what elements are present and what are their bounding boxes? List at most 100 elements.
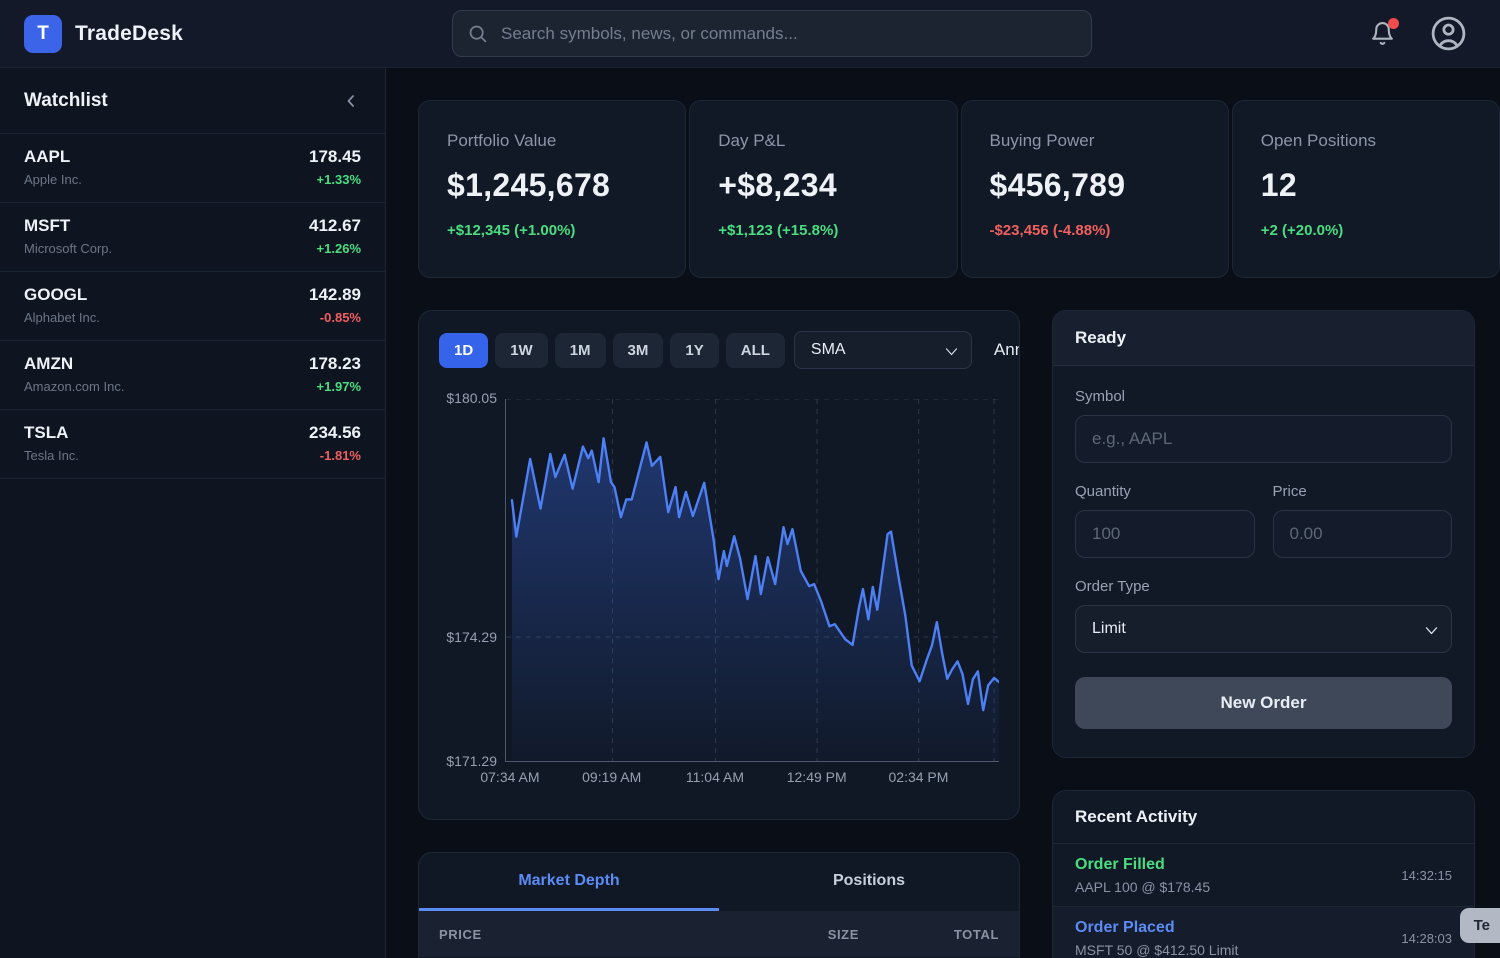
chart-area: $180.05$174.29$171.29 (439, 399, 999, 790)
toast-notification[interactable]: Te (1460, 908, 1500, 943)
activity-detail: AAPL 100 @ $178.45 (1075, 879, 1210, 895)
company-name: Apple Inc. (24, 172, 82, 187)
x-axis-tick-label: 02:34 PM (889, 769, 949, 785)
watchlist-row-tsla[interactable]: TSLA Tesla Inc. 234.56 -1.81% (0, 410, 385, 479)
symbol: AAPL (24, 147, 82, 167)
new-order-button[interactable]: New Order (1075, 677, 1452, 729)
range-button-1y[interactable]: 1Y (670, 333, 718, 368)
change-percent: -0.85% (320, 310, 361, 325)
watchlist-row-googl[interactable]: GOOGL Alphabet Inc. 142.89 -0.85% (0, 272, 385, 341)
chart-plot[interactable] (505, 399, 999, 762)
x-axis-labels: 07:34 AM09:19 AM11:04 AM12:49 PM02:34 PM (505, 762, 999, 790)
x-axis-tick-label: 11:04 AM (686, 769, 744, 785)
company-name: Alphabet Inc. (24, 310, 100, 325)
price: 234.56 (309, 423, 361, 443)
price-field[interactable] (1273, 510, 1453, 558)
indicator-value: SMA (811, 341, 846, 359)
order-type-select[interactable]: Limit (1075, 605, 1452, 653)
symbol: AMZN (24, 354, 124, 374)
stat-card-portfolio-value: Portfolio Value $1,245,678 +$12,345 (+1.… (418, 100, 686, 278)
range-button-1w[interactable]: 1W (495, 333, 548, 368)
activity-time: 14:28:03 (1401, 931, 1452, 946)
top-nav: T TradeDesk (0, 0, 1500, 68)
annotations-button[interactable]: Anno (994, 340, 1020, 360)
watchlist-row-right: 178.45 +1.33% (309, 147, 361, 189)
change-percent: +1.97% (317, 379, 361, 394)
range-button-1m[interactable]: 1M (555, 333, 606, 368)
watchlist-row-aapl[interactable]: AAPL Apple Inc. 178.45 +1.33% (0, 134, 385, 203)
order-form: Symbol Quantity Price (1053, 366, 1474, 751)
price-chart-panel: 1D 1W 1M 3M 1Y ALL SMA Anno (418, 310, 1020, 820)
watchlist-row-amzn[interactable]: AMZN Amazon.com Inc. 178.23 +1.97% (0, 341, 385, 410)
stat-label: Day P&L (718, 131, 928, 151)
logo-letter: T (37, 23, 49, 45)
activity-row-main: Order Filled AAPL 100 @ $178.45 (1075, 856, 1210, 895)
watchlist-row-left: AAPL Apple Inc. (24, 147, 82, 189)
recent-activity-title: Recent Activity (1053, 791, 1474, 843)
quantity-label: Quantity (1075, 483, 1255, 500)
indicator-select[interactable]: SMA (794, 331, 972, 369)
brand: T TradeDesk (24, 15, 183, 53)
tab-bar: Market Depth Positions (419, 853, 1019, 911)
watchlist-row-msft[interactable]: MSFT Microsoft Corp. 412.67 +1.26% (0, 203, 385, 272)
watchlist-row-right: 178.23 +1.97% (309, 354, 361, 396)
x-axis-tick-label: 12:49 PM (787, 769, 847, 785)
change-percent: +1.33% (317, 172, 361, 187)
stat-label: Portfolio Value (447, 131, 657, 151)
stat-change: +$12,345 (+1.00%) (447, 222, 657, 239)
stat-change: -$23,456 (-4.88%) (990, 222, 1200, 239)
stat-value: $1,245,678 (447, 167, 657, 204)
chevron-down-icon (944, 347, 959, 357)
activity-event: Order Placed (1075, 919, 1238, 937)
app-logo: T (24, 15, 62, 53)
collapse-sidebar-button[interactable] (341, 91, 361, 111)
tab-positions[interactable]: Positions (719, 853, 1019, 911)
stat-value: 12 (1261, 167, 1471, 204)
y-axis-tick-label: $171.29 (446, 753, 497, 769)
recent-activity-panel: Recent Activity Order Filled AAPL 100 @ … (1052, 790, 1475, 958)
range-button-1d[interactable]: 1D (439, 333, 488, 368)
header-actions (1370, 15, 1467, 52)
company-name: Tesla Inc. (24, 448, 79, 463)
notifications-button[interactable] (1370, 20, 1396, 48)
symbol-field[interactable] (1075, 415, 1452, 463)
watchlist-row-left: TSLA Tesla Inc. (24, 423, 79, 465)
stat-value: +$8,234 (718, 167, 928, 204)
range-button-all[interactable]: ALL (726, 333, 785, 368)
symbol-label: Symbol (1075, 388, 1452, 405)
y-axis-tick-label: $180.05 (446, 390, 497, 406)
change-percent: -1.81% (320, 448, 361, 463)
quantity-field[interactable] (1075, 510, 1255, 558)
stats-row: Portfolio Value $1,245,678 +$12,345 (+1.… (418, 100, 1500, 278)
watchlist-title: Watchlist (24, 90, 108, 112)
column-size: SIZE (674, 927, 859, 942)
user-avatar-button[interactable] (1430, 15, 1467, 52)
stat-change: +2 (+20.0%) (1261, 222, 1471, 239)
depth-positions-panel: Market Depth Positions PRICE SIZE TOTAL (418, 852, 1020, 958)
symbol: GOOGL (24, 285, 100, 305)
price-label: Price (1273, 483, 1453, 500)
order-status: Ready (1053, 311, 1474, 366)
stat-change: +$1,123 (+15.8%) (718, 222, 928, 239)
tab-market-depth[interactable]: Market Depth (419, 853, 719, 911)
activity-row-order-placed[interactable]: Order Placed MSFT 50 @ $412.50 Limit 14:… (1053, 906, 1474, 958)
watchlist-row-left: MSFT Microsoft Corp. (24, 216, 112, 258)
stat-label: Buying Power (990, 131, 1200, 151)
user-avatar-icon (1430, 15, 1467, 52)
y-axis-labels: $180.05$174.29$171.29 (439, 399, 505, 762)
watchlist-row-left: AMZN Amazon.com Inc. (24, 354, 124, 396)
watchlist-sidebar: Watchlist AAPL Apple Inc. 178.45 +1.33% … (0, 68, 386, 958)
stat-card-buying-power: Buying Power $456,789 -$23,456 (-4.88%) (961, 100, 1229, 278)
activity-row-order-filled[interactable]: Order Filled AAPL 100 @ $178.45 14:32:15 (1053, 843, 1474, 906)
area-fill (512, 438, 999, 761)
order-ticket-panel: Ready Symbol Quantity Price (1052, 310, 1475, 758)
search-icon (467, 23, 488, 44)
range-button-3m[interactable]: 3M (613, 333, 664, 368)
activity-detail: MSFT 50 @ $412.50 Limit (1075, 942, 1238, 958)
change-percent: +1.26% (317, 241, 361, 256)
order-type-label: Order Type (1075, 578, 1452, 595)
price: 178.23 (309, 354, 361, 374)
chevron-left-icon (341, 91, 361, 111)
search-input[interactable] (452, 10, 1092, 57)
chevron-down-icon (1424, 626, 1439, 636)
